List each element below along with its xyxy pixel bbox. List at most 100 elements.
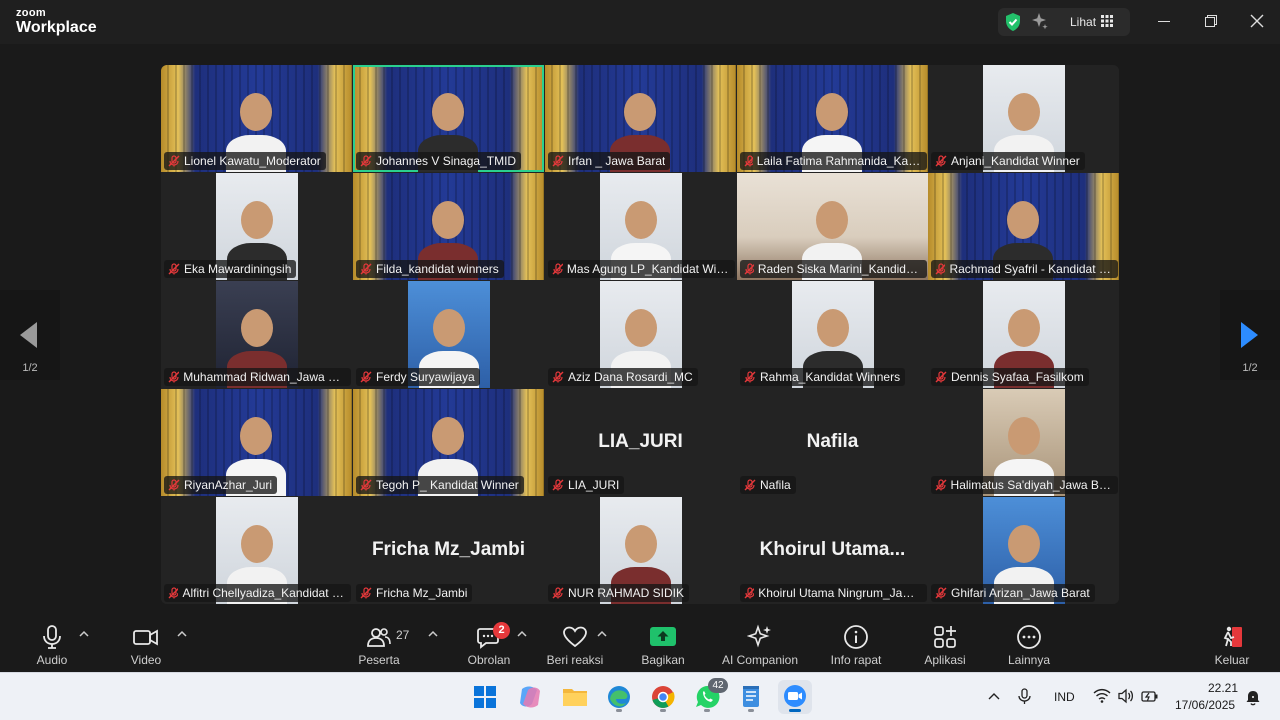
microphone-in-use-icon[interactable] xyxy=(1016,687,1034,705)
page-indicator-right: 1/2 xyxy=(1242,362,1258,374)
participant-head xyxy=(432,309,465,347)
ai-sparkle-icon xyxy=(747,624,771,648)
participant-tile[interactable]: Halimatus Sa'diyah_Jawa Barat xyxy=(928,389,1119,496)
audio-caret-icon[interactable] xyxy=(79,630,89,638)
participant-head xyxy=(240,525,273,563)
participant-tile[interactable]: Irfan _ Jawa Barat xyxy=(545,65,736,172)
participant-nametag: NUR RAHMAD SIDIK xyxy=(548,584,690,602)
whatsapp-app[interactable]: 42 xyxy=(690,678,728,714)
chat-caret-icon[interactable] xyxy=(517,630,527,638)
participant-tile[interactable]: LIA_JURI LIA_JURI xyxy=(545,389,736,496)
copilot-icon xyxy=(520,686,540,708)
brand-top: zoom xyxy=(16,7,46,19)
view-button[interactable]: Lihat xyxy=(1070,15,1096,29)
participant-tile[interactable]: Rachmad Syafril - Kandidat Winner xyxy=(928,173,1119,280)
participant-tile[interactable]: Dennis Syafaa_Fasilkom xyxy=(928,281,1119,388)
language-indicator[interactable]: IND xyxy=(1054,690,1075,704)
participant-tile[interactable]: Rahma_Kandidat Winners xyxy=(737,281,928,388)
participant-nametag: Tegoh P_ Kandidat Winner xyxy=(356,476,524,494)
leave-button[interactable]: Keluar xyxy=(1208,624,1256,670)
clock-time[interactable]: 22.21 xyxy=(1208,681,1238,695)
start-button[interactable] xyxy=(468,680,502,714)
zoom-app[interactable] xyxy=(778,680,812,714)
participant-tile[interactable]: Raden Siska Marini_Kandidat Winner xyxy=(737,173,928,280)
video-caret-icon[interactable] xyxy=(177,630,187,638)
muted-mic-icon xyxy=(744,371,756,383)
participant-nametag: LIA_JURI xyxy=(548,476,625,494)
minimize-button[interactable] xyxy=(1158,21,1170,22)
shield-icon[interactable] xyxy=(1004,12,1022,32)
next-page-button[interactable]: 1/2 xyxy=(1220,290,1280,380)
notification-bell-icon[interactable] xyxy=(1245,688,1261,706)
windows-logo-icon xyxy=(474,686,496,708)
ai-companion-button[interactable]: AI Companion xyxy=(718,624,802,670)
muted-mic-icon xyxy=(168,263,180,275)
share-button[interactable]: Bagikan xyxy=(638,624,688,670)
reactions-caret-icon[interactable] xyxy=(597,630,607,638)
notepad-app[interactable] xyxy=(734,680,768,714)
info-icon xyxy=(844,625,868,649)
copilot-app[interactable] xyxy=(513,680,547,714)
muted-mic-icon xyxy=(360,587,372,599)
close-icon[interactable] xyxy=(1250,14,1264,28)
clock-date[interactable]: 17/06/2025 xyxy=(1175,698,1235,712)
volume-icon[interactable] xyxy=(1117,688,1135,704)
participant-nametag: Raden Siska Marini_Kandidat Winner xyxy=(740,260,927,278)
participant-tile[interactable]: Ferdy Suryawijaya xyxy=(353,281,544,388)
edge-app[interactable] xyxy=(602,680,636,714)
battery-icon[interactable] xyxy=(1141,688,1159,704)
participant-tile[interactable]: Tegoh P_ Kandidat Winner xyxy=(353,389,544,496)
participant-tile[interactable]: Fricha Mz_Jambi Fricha Mz_Jambi xyxy=(353,497,544,604)
participant-display-name: Khoirul Utama... xyxy=(759,539,906,560)
participant-tile[interactable]: Filda_kandidat winners xyxy=(353,173,544,280)
participant-tile[interactable]: RiyanAzhar_Juri xyxy=(161,389,352,496)
previous-page-button[interactable]: 1/2 xyxy=(0,290,60,380)
participant-tile[interactable]: Ghifari Arizan_Jawa Barat xyxy=(928,497,1119,604)
participants-caret-icon[interactable] xyxy=(428,630,438,638)
audio-button[interactable]: Audio xyxy=(30,624,74,670)
file-explorer-app[interactable] xyxy=(558,680,592,714)
participant-name: Irfan _ Jawa Barat xyxy=(568,154,666,168)
chevron-left-icon xyxy=(20,322,37,348)
participant-nametag: Ghifari Arizan_Jawa Barat xyxy=(931,584,1095,602)
restore-button[interactable] xyxy=(1205,15,1217,27)
audio-label: Audio xyxy=(36,653,68,667)
muted-mic-icon xyxy=(168,587,179,599)
participant-nametag: Johannes V Sinaga_TMID xyxy=(356,152,522,170)
participant-tile[interactable]: Khoirul Utama... Khoirul Utama Ningrum_Ja… xyxy=(737,497,928,604)
participant-name: Dennis Syafaa_Fasilkom xyxy=(951,370,1084,384)
participant-head xyxy=(240,201,273,239)
participant-tile[interactable]: Laila Fatima Rahmanida_Kandidat Winner xyxy=(737,65,928,172)
video-button[interactable]: Video xyxy=(124,624,168,670)
participant-tile[interactable]: Johannes V Sinaga_TMID xyxy=(353,65,544,172)
participant-tile[interactable]: Lionel Kawatu_Moderator xyxy=(161,65,352,172)
tray-overflow-icon[interactable] xyxy=(988,692,1000,700)
chat-button[interactable]: Obrolan 2 xyxy=(464,622,514,670)
participant-tile[interactable]: Anjani_Kandidat Winner xyxy=(928,65,1119,172)
participant-tile[interactable]: NUR RAHMAD SIDIK xyxy=(545,497,736,604)
folder-icon xyxy=(563,689,587,706)
apps-button[interactable]: Aplikasi xyxy=(920,624,970,670)
participant-nametag: Eka Mawardiningsih xyxy=(164,260,297,278)
participant-name: Aziz Dana Rosardi_MC xyxy=(568,370,693,384)
participant-head xyxy=(1007,525,1040,563)
grid-view-icon[interactable] xyxy=(1101,15,1113,27)
participant-tile[interactable]: Mas Agung LP_Kandidat Winners xyxy=(545,173,736,280)
muted-mic-icon xyxy=(935,263,946,275)
more-button[interactable]: Lainnya xyxy=(1004,624,1054,670)
participant-tile[interactable]: Nafila Nafila xyxy=(737,389,928,496)
participant-name: Halimatus Sa'diyah_Jawa Barat xyxy=(950,478,1113,492)
muted-mic-icon xyxy=(935,155,947,167)
meeting-toolbar: Audio Video Peserta 27 Obrolan 2 Beri re… xyxy=(0,618,1280,672)
chrome-app[interactable] xyxy=(646,680,680,714)
meeting-info-button[interactable]: Info rapat xyxy=(826,624,886,670)
participant-tile[interactable]: Aziz Dana Rosardi_MC xyxy=(545,281,736,388)
participant-tile[interactable]: Muhammad Ridwan_Jawa Barat xyxy=(161,281,352,388)
participant-tile[interactable]: Eka Mawardiningsih xyxy=(161,173,352,280)
microphone-icon xyxy=(43,625,61,649)
participant-tile[interactable]: Alfitri Chellyadiza_Kandidat Winner xyxy=(161,497,352,604)
ai-sparkle-icon[interactable] xyxy=(1031,12,1049,30)
zoom-logo: zoom Workplace xyxy=(16,8,97,36)
wifi-icon[interactable] xyxy=(1093,688,1111,704)
participant-name: Nafila xyxy=(760,478,791,492)
